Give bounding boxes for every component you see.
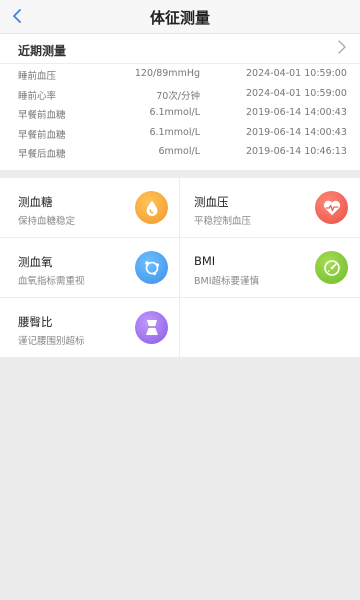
chevron-right-icon	[338, 40, 346, 54]
blood-sugar-card[interactable]: 测血糖 保持血糖稳定	[0, 178, 180, 238]
measurement-value: 6.1mmol/L	[149, 107, 200, 118]
measurement-time: 2019-06-14 14:00:43	[246, 107, 347, 118]
measurement-time: 2019-06-14 10:46:13	[246, 146, 347, 157]
measurement-grid: 测血糖 保持血糖稳定 测血压 平稳控制血压 测血氧 血氧指标需重视 BMI BM…	[0, 178, 360, 357]
card-title: 测血氧	[18, 255, 53, 269]
oxygen-molecule-icon	[135, 251, 168, 284]
recent-measurements-title: 近期测量	[18, 44, 67, 58]
scale-gauge-icon	[315, 251, 348, 284]
measurement-value: 6.1mmol/L	[149, 126, 200, 138]
waist-body-icon	[135, 311, 168, 344]
page-background	[0, 357, 360, 600]
recent-measurements-header[interactable]: 近期测量	[0, 34, 360, 64]
measurement-name: 早餐后血糖	[18, 149, 66, 160]
page-title: 体征测量	[149, 9, 210, 27]
heart-pulse-icon	[315, 191, 348, 224]
measurement-time: 2019-06-14 14:00:43	[246, 126, 347, 138]
measurement-row: 睡前心率 70次/分钟 2024-04-01 10:59:00	[0, 84, 360, 104]
measurement-value: 70次/分钟	[156, 90, 200, 102]
measurement-time: 2024-04-01 10:59:00	[246, 68, 347, 79]
measurement-name: 早餐前血糖	[18, 129, 66, 141]
nav-bar: 体征测量	[0, 0, 360, 34]
measurement-value: 120/89mmHg	[134, 68, 200, 79]
empty-card-slot	[180, 298, 360, 357]
measurement-row: 早餐后血糖 6mmol/L 2019-06-14 10:46:13	[0, 142, 360, 162]
blood-pressure-card[interactable]: 测血压 平稳控制血压	[180, 178, 360, 238]
card-subtitle: 平稳控制血压	[194, 216, 252, 227]
card-subtitle: 血氧指标需重视	[18, 276, 85, 287]
card-title: 测血压	[194, 195, 229, 209]
card-subtitle: BMI超标要谨慎	[194, 276, 260, 287]
card-title: 测血糖	[18, 195, 53, 209]
measurement-value: 6mmol/L	[158, 146, 201, 157]
card-subtitle: 保持血糖稳定	[18, 216, 76, 227]
measurement-time: 2024-04-01 10:59:00	[246, 87, 347, 99]
card-title: 腰臀比	[18, 315, 53, 329]
measurement-row: 早餐前血糖 6.1mmol/L 2019-06-14 14:00:43	[0, 103, 360, 123]
card-title: BMI	[194, 254, 216, 268]
blood-oxygen-card[interactable]: 测血氧 血氧指标需重视	[0, 238, 180, 298]
measurement-name: 早餐前血糖	[18, 110, 66, 121]
waist-hip-ratio-card[interactable]: 腰臀比 谨记腰围别超标	[0, 298, 180, 357]
measurement-name: 睡前心率	[18, 90, 57, 102]
measurement-row: 早餐前血糖 6.1mmol/L 2019-06-14 14:00:43	[0, 123, 360, 143]
measurement-name: 睡前血压	[18, 71, 57, 82]
section-divider	[0, 170, 360, 178]
recent-measurements-panel: 近期测量 睡前血压 120/89mmHg 2024-04-01 10:59:00…	[0, 34, 360, 170]
measurement-row: 睡前血压 120/89mmHg 2024-04-01 10:59:00	[0, 64, 360, 84]
bmi-card[interactable]: BMI BMI超标要谨慎	[180, 238, 360, 298]
blood-drop-icon	[135, 191, 168, 224]
card-subtitle: 谨记腰围别超标	[18, 336, 85, 347]
